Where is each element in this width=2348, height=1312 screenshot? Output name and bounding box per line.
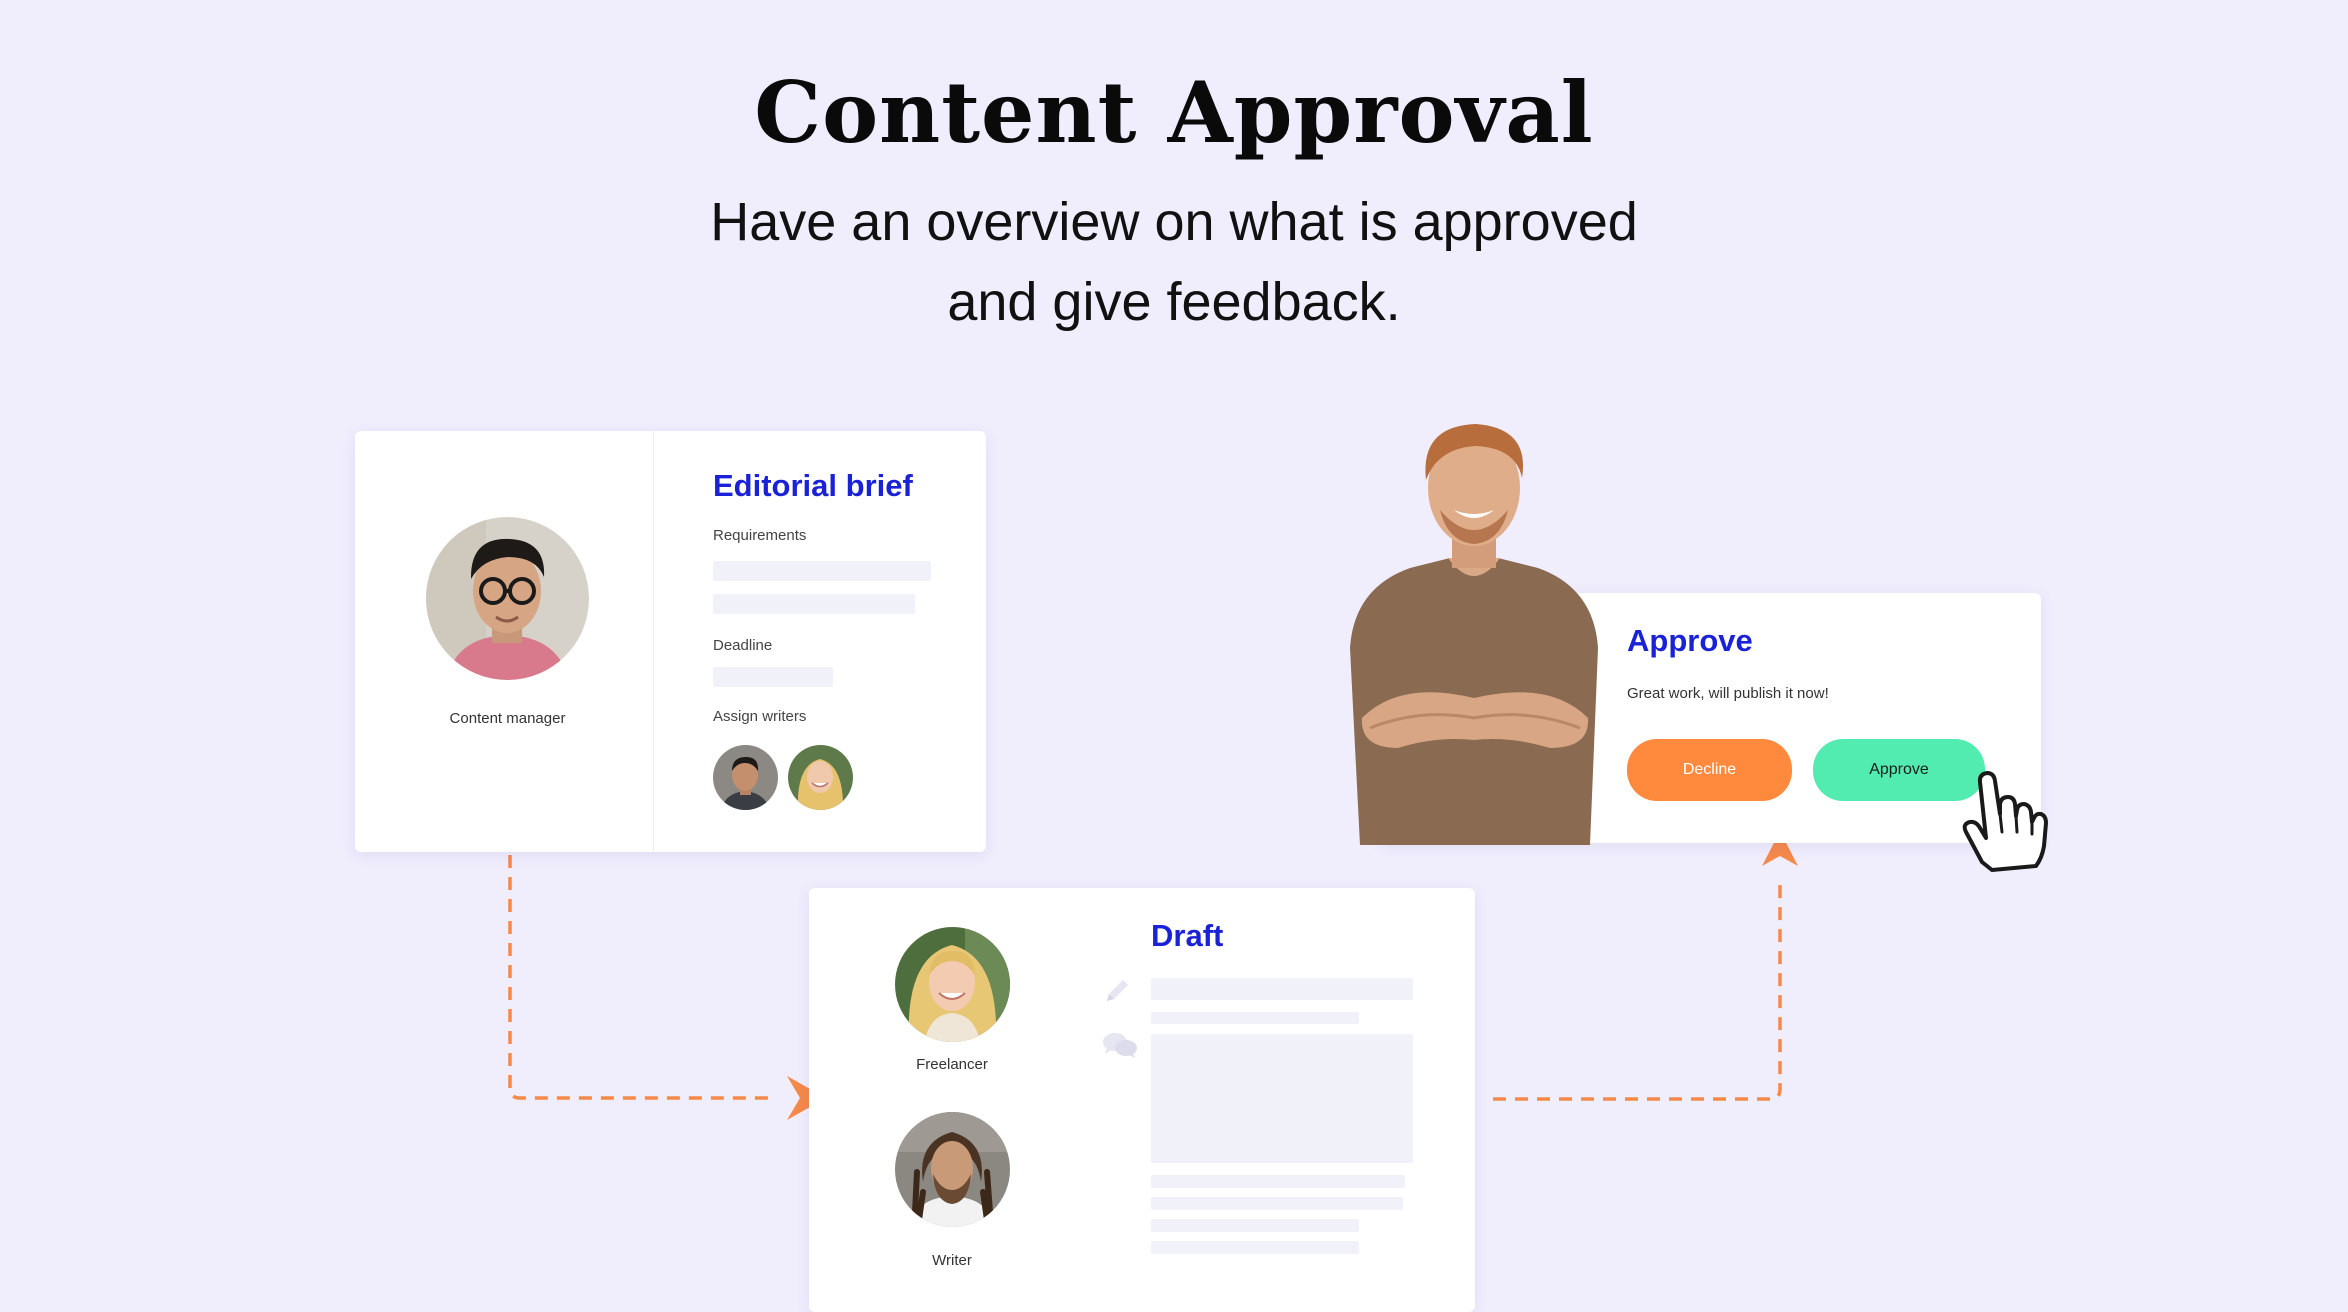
freelancer-caption: Freelancer (916, 1056, 988, 1073)
flow-line-draft-to-approve (1493, 878, 1782, 1101)
assign-writers-label: Assign writers (713, 708, 807, 725)
assigned-freelancer-avatar[interactable] (788, 745, 853, 810)
requirements-placeholder-1 (713, 561, 931, 581)
draft-line-placeholder-3 (1151, 1219, 1359, 1232)
requirements-placeholder-2 (713, 594, 915, 614)
writer-caption: Writer (932, 1252, 972, 1269)
deadline-placeholder (713, 667, 833, 687)
flow-line-brief-to-draft (508, 855, 770, 1100)
draft-title: Draft (1151, 918, 1224, 953)
assigned-writer-avatar[interactable] (713, 745, 778, 810)
writer-avatar (895, 1112, 1010, 1227)
approval-message: Great work, will publish it now! (1627, 685, 1829, 702)
draft-subheading-placeholder (1151, 1012, 1359, 1024)
deadline-label: Deadline (713, 637, 773, 654)
decline-button[interactable]: Decline (1627, 739, 1792, 801)
card-divider (653, 431, 654, 852)
draft-line-placeholder-2 (1151, 1197, 1403, 1210)
approve-title: Approve (1627, 623, 1753, 658)
editorial-brief-card: Content manager Editorial brief Requirem… (355, 431, 986, 852)
requirements-label: Requirements (713, 527, 807, 544)
draft-heading-placeholder (1151, 978, 1413, 1000)
approver-person-image (1340, 418, 1608, 845)
draft-body-placeholder[interactable] (1151, 1034, 1413, 1163)
content-manager-avatar (426, 517, 589, 680)
chat-bubbles-icon[interactable] (1102, 1030, 1138, 1062)
hand-pointer-icon (1956, 766, 2052, 876)
pencil-icon[interactable] (1101, 975, 1133, 1007)
draft-card: Freelancer Writer Draft (809, 888, 1475, 1312)
draft-line-placeholder-1 (1151, 1175, 1405, 1188)
draft-line-placeholder-4 (1151, 1241, 1359, 1254)
freelancer-avatar (895, 927, 1010, 1042)
editorial-brief-title: Editorial brief (713, 468, 913, 503)
content-manager-caption: Content manager (449, 710, 566, 727)
